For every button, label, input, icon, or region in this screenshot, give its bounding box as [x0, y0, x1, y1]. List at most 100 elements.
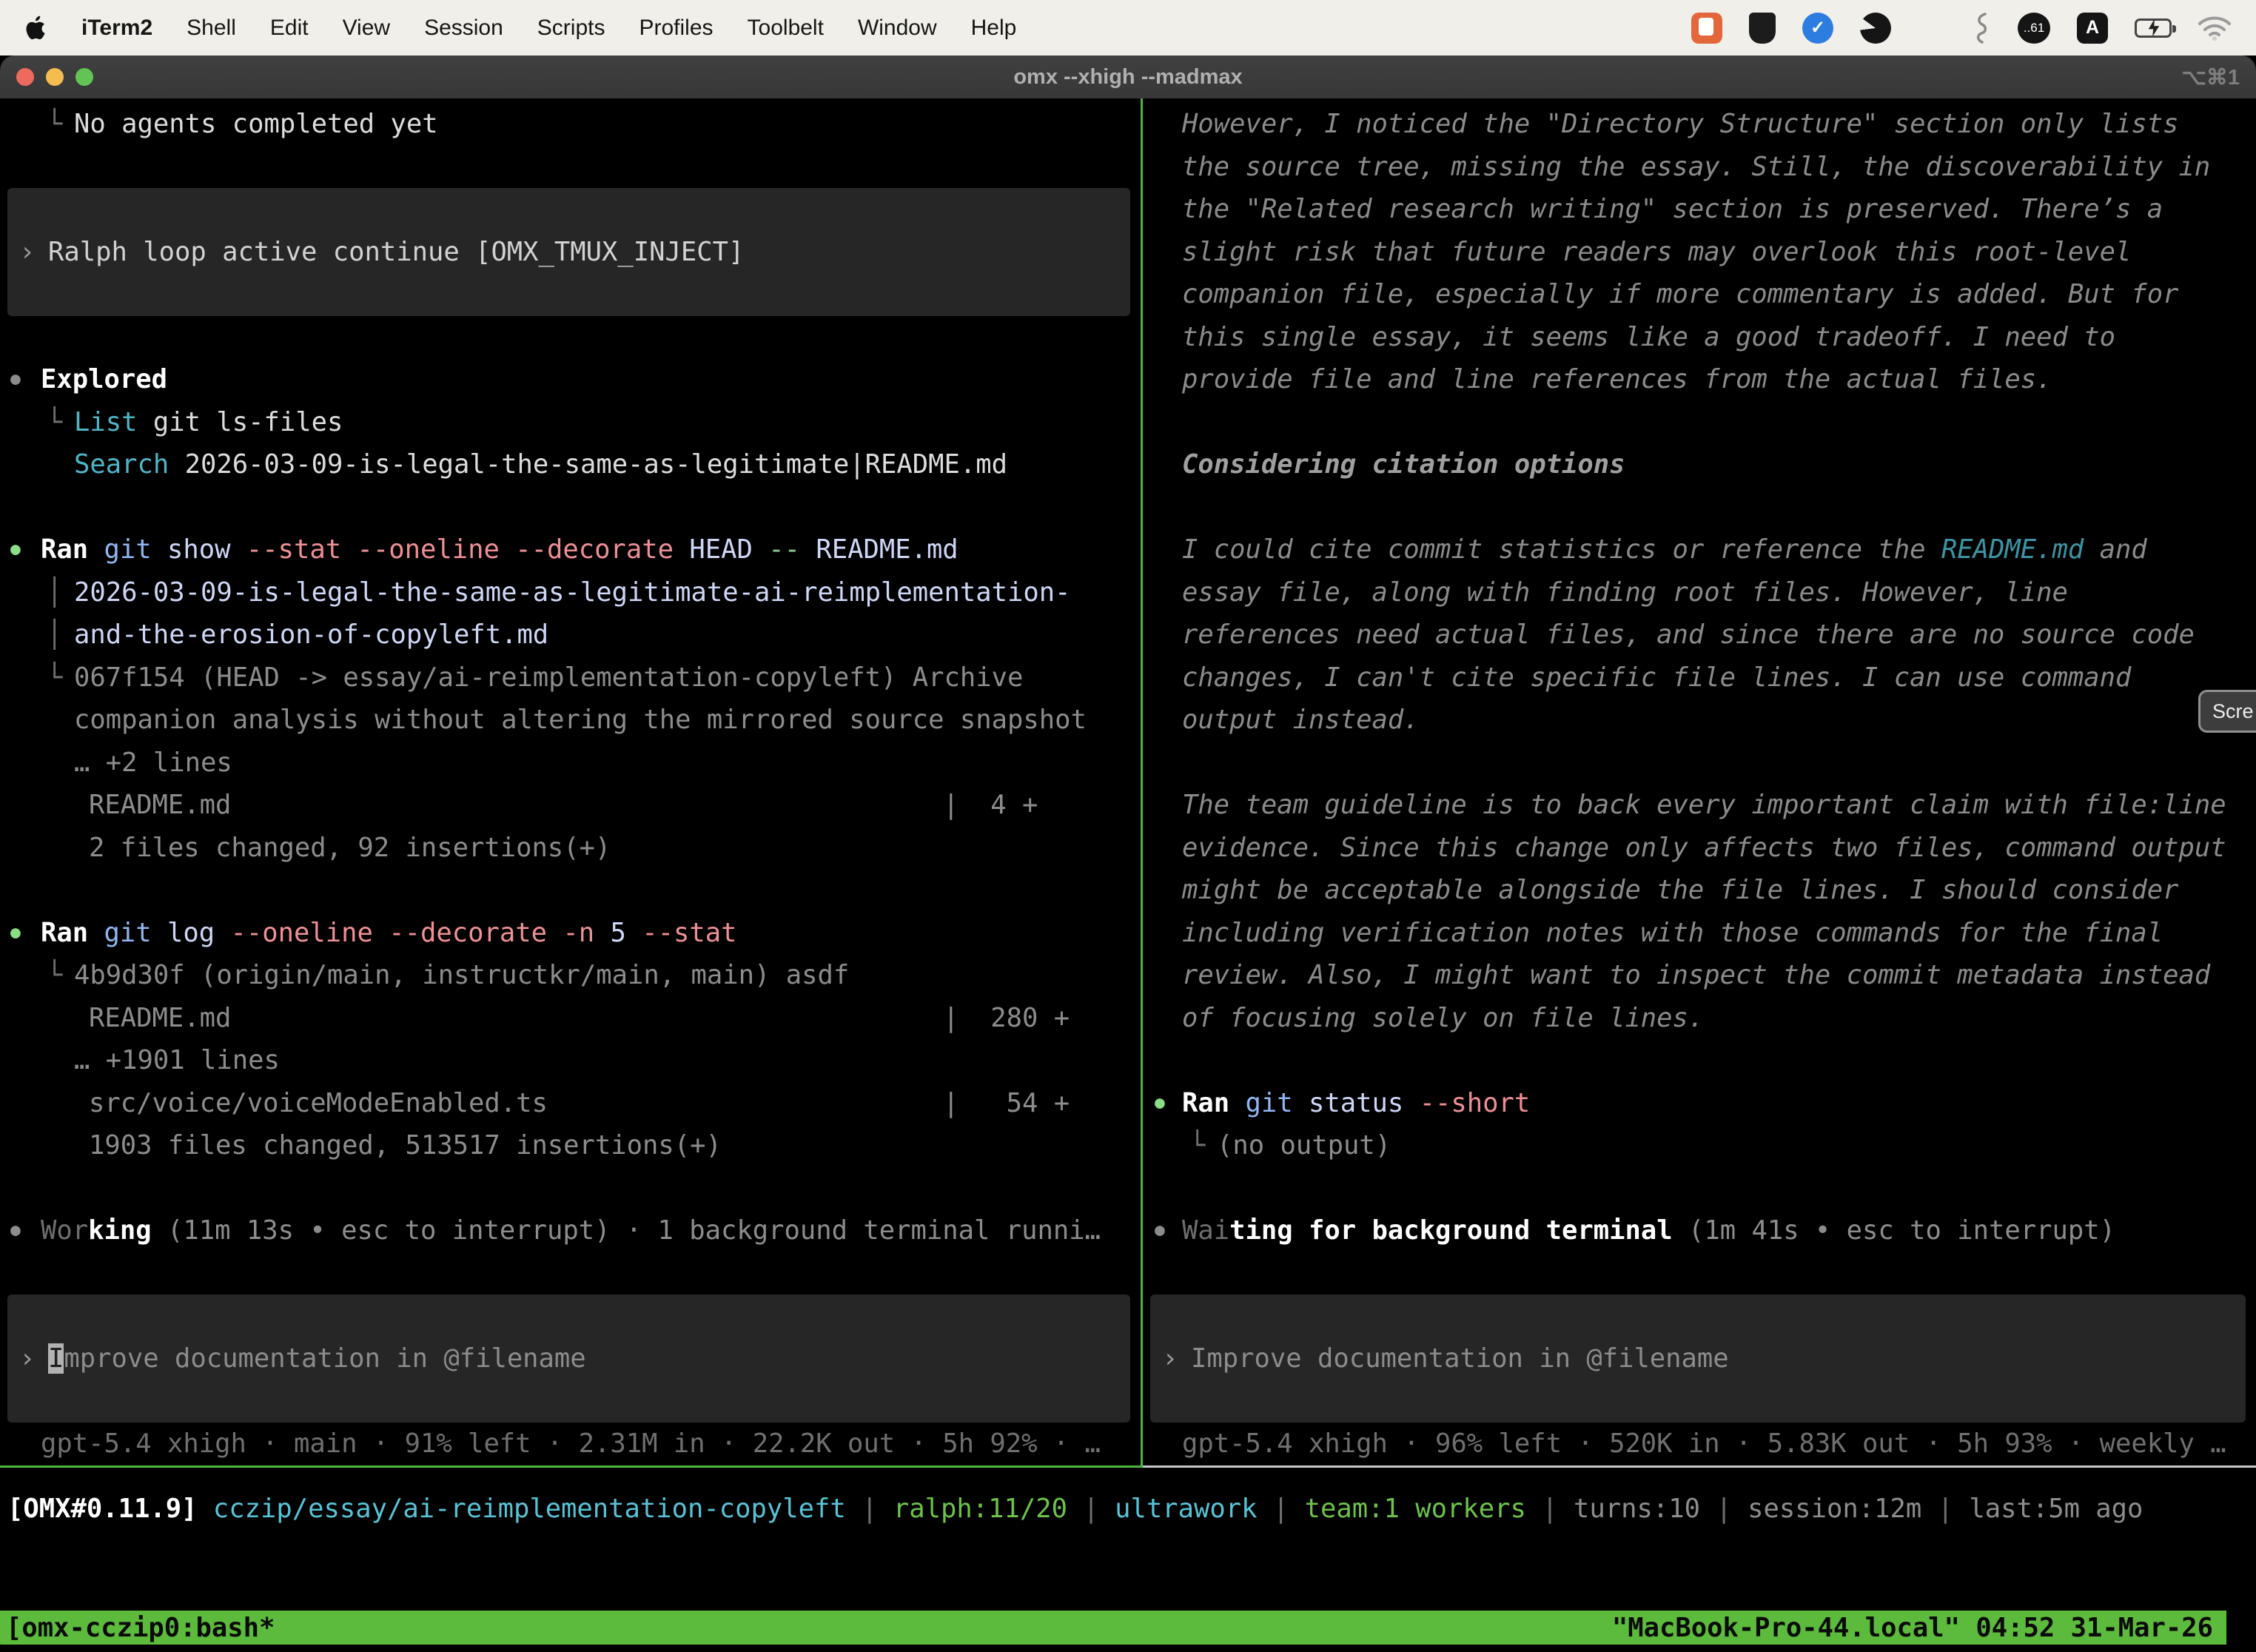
terminal-line: ●Explored	[0, 358, 1141, 401]
terminal-line: ●Working (11m 13s • esc to interrupt) · …	[0, 1209, 1141, 1252]
tree-guide-icon: │	[47, 614, 62, 657]
terminal-line: README.md | 4 +	[0, 784, 1141, 827]
terminal-line: However, I noticed the "Directory Struct…	[1143, 103, 2256, 146]
screen-share-toast[interactable]: Scre	[2198, 690, 2256, 733]
omx-status-line: [OMX#0.11.9] cczip/essay/ai-reimplementa…	[7, 1488, 2143, 1531]
terminal-line: essay file, along with finding root file…	[1143, 571, 2256, 614]
right-pane-inactive-border	[1143, 1465, 2256, 1468]
tree-guide-icon: └	[1189, 1124, 1205, 1167]
terminal-line: … +1901 lines	[0, 1039, 1141, 1082]
left-pane-active-border	[0, 1465, 1141, 1468]
blank-line	[0, 316, 1141, 359]
terminal-line: companion analysis without altering the …	[0, 699, 1141, 742]
menu-item-toolbelt[interactable]: Toolbelt	[748, 16, 824, 41]
macos-menu-bar: iTerm2 Shell Edit View Session Scripts Profil…	[0, 0, 2256, 56]
menu-item-help[interactable]: Help	[971, 16, 1017, 41]
verified-shield-icon[interactable]: ✓	[1802, 13, 1833, 44]
blank-line	[0, 869, 1141, 912]
terminal-line: review. Also, I might want to inspect th…	[1143, 954, 2256, 997]
blank-line	[0, 1252, 1141, 1295]
terminal-line: including verification notes with those …	[1143, 912, 2256, 955]
terminal-line: output instead.	[1143, 699, 2256, 742]
prompt-input-box[interactable]: ›Ralph loop active continue [OMX_TMUX_IN…	[7, 188, 1130, 316]
right-agent-pane[interactable]: However, I noticed the "Directory Struct…	[1143, 98, 2256, 1465]
terminal-line: gpt-5.4 xhigh · 96% left · 520K in · 5.8…	[1143, 1423, 2256, 1465]
terminal-line: might be acceptable alongside the file l…	[1143, 869, 2256, 912]
terminal-line: ●Ran git show --stat --oneline --decorat…	[0, 528, 1141, 571]
prompt-input-box[interactable]: ›Improve documentation in @filename	[1150, 1295, 2246, 1423]
blank-line	[1143, 401, 2256, 444]
terminal-line: evidence. Since this change only affects…	[1143, 827, 2256, 870]
tree-guide-icon: └	[47, 103, 62, 146]
window-title-bar[interactable]: omx --xhigh --madmax ⌥⌘1	[0, 56, 2256, 98]
terminal-line: changes, I can't cite specific file line…	[1143, 657, 2256, 699]
menu-item-view[interactable]: View	[343, 16, 390, 41]
blank-line	[0, 1167, 1141, 1210]
terminal-line: │2026-03-09-is-legal-the-same-as-legitim…	[0, 571, 1141, 614]
prompt-input-box[interactable]: ›Improve documentation in @filename	[7, 1295, 1130, 1423]
shield-grid-icon[interactable]	[1749, 13, 1776, 44]
keyboard-layout-icon[interactable]: A	[2077, 13, 2108, 44]
menu-item-profiles[interactable]: Profiles	[639, 16, 713, 41]
bullet-icon: ●	[1155, 1082, 1165, 1125]
tree-guide-icon: └	[47, 657, 62, 699]
menu-item-session[interactable]: Session	[424, 16, 503, 41]
squiggle-icon[interactable]	[1972, 12, 1991, 44]
terminal-line: gpt-5.4 xhigh · main · 91% left · 2.31M …	[0, 1423, 1141, 1465]
blank-line	[0, 146, 1141, 189]
dots-grid-icon[interactable]	[1918, 14, 1945, 41]
prompt-chevron: ›	[19, 1343, 35, 1374]
text-cursor: I	[48, 1343, 64, 1374]
menu-item-window[interactable]: Window	[858, 16, 937, 41]
terminal-line: 1903 files changed, 513517 insertions(+)	[0, 1124, 1141, 1167]
count-badge-icon[interactable]: ..61	[2018, 13, 2050, 44]
left-agent-pane[interactable]: └No agents completed yet ›Ralph loop acti…	[0, 98, 1141, 1465]
terminal-line: ●Waiting for background terminal (1m 41s…	[1143, 1209, 2256, 1252]
blank-line	[1143, 742, 2256, 785]
terminal-line: companion file, especially if more comme…	[1143, 273, 2256, 316]
terminal-line: The team guideline is to back every impo…	[1143, 784, 2256, 827]
bullet-icon: ●	[10, 912, 21, 955]
terminal-line: references need actual files, and since …	[1143, 614, 2256, 657]
menu-item-shell[interactable]: Shell	[187, 16, 236, 41]
blank-line	[1143, 1039, 2256, 1082]
tmux-status-bar: [omx-cczip0:bash* "MacBook-Pro-44.local"…	[0, 1611, 2226, 1645]
terminal-line: the source tree, missing the essay. Stil…	[1143, 146, 2256, 189]
tmux-panes: └No agents completed yet ›Ralph loop acti…	[0, 98, 2256, 1468]
terminal-line: └List git ls-files	[0, 401, 1141, 444]
terminal-line: … +2 lines	[0, 742, 1141, 785]
battery-icon[interactable]	[2135, 19, 2172, 38]
prompt-chevron: ›	[1162, 1343, 1178, 1374]
wifi-icon[interactable]	[2198, 16, 2231, 41]
terminal-line: src/voice/voiceModeEnabled.ts | 54 +	[0, 1082, 1141, 1125]
terminal-line: I could cite commit statistics or refere…	[1143, 528, 2256, 571]
tree-guide-icon: │	[47, 571, 62, 614]
tmux-host-clock: "MacBook-Pro-44.local" 04:52 31-Mar-26	[1612, 1613, 2213, 1643]
window-title: omx --xhigh --madmax	[0, 65, 2256, 90]
tree-guide-icon: └	[47, 954, 62, 997]
terminal-line: └067f154 (HEAD -> essay/ai-reimplementat…	[0, 657, 1141, 699]
menu-items: Shell Edit View Session Scripts Profiles Toolb…	[187, 16, 1016, 41]
terminal-line: ●Ran git log --oneline --decorate -n 5 -…	[0, 912, 1141, 955]
terminal-line: the "Related research writing" section i…	[1143, 188, 2256, 231]
terminal-line: Search 2026-03-09-is-legal-the-same-as-l…	[0, 443, 1141, 486]
terminal-line: 2 files changed, 92 insertions(+)	[0, 827, 1141, 870]
tmux-session-label[interactable]: [omx-cczip0:bash*	[6, 1613, 275, 1643]
window-shortcut-badge: ⌥⌘1	[2181, 64, 2240, 90]
dark-circle-icon[interactable]	[1860, 13, 1891, 44]
prompt-chevron: ›	[19, 237, 35, 267]
terminal-line: └4b9d30f (origin/main, instructkr/main, …	[0, 954, 1141, 997]
chat-notification-icon[interactable]	[1691, 13, 1722, 44]
bullet-icon: ●	[10, 358, 21, 401]
terminal-line: slight risk that future readers may over…	[1143, 231, 2256, 274]
terminal-line: ●Ran git status --short	[1143, 1082, 2256, 1125]
active-app-name[interactable]: iTerm2	[81, 16, 152, 41]
blank-line	[1143, 1252, 2256, 1295]
apple-logo-icon[interactable]	[25, 16, 47, 41]
menu-item-edit[interactable]: Edit	[270, 16, 309, 41]
bullet-icon: ●	[10, 528, 21, 571]
blank-line	[1143, 486, 2256, 529]
blank-line	[1143, 1167, 2256, 1210]
terminal-line: └No agents completed yet	[0, 103, 1141, 146]
menu-item-scripts[interactable]: Scripts	[537, 16, 605, 41]
